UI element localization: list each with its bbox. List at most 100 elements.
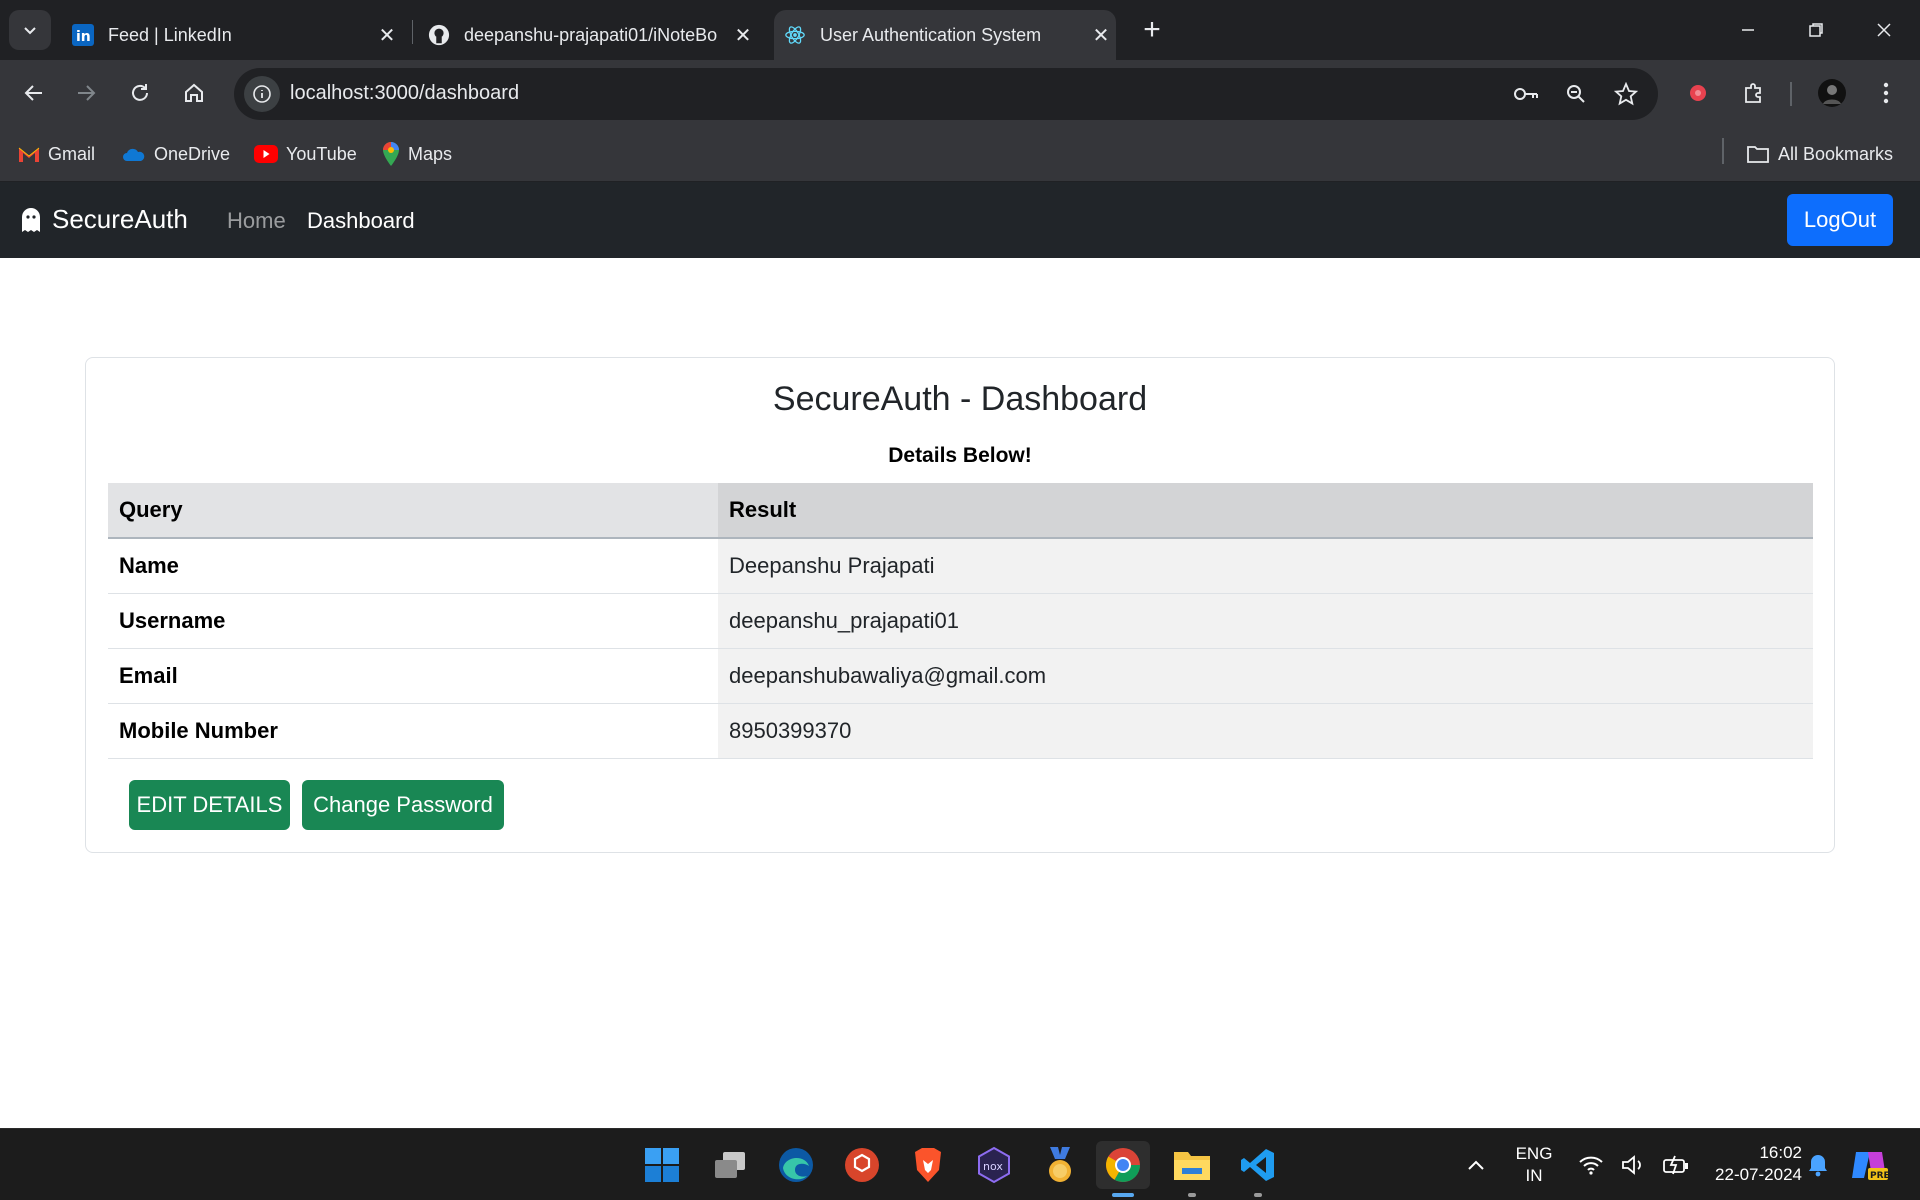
browser-menu-button[interactable] xyxy=(1866,73,1906,113)
new-tab-button[interactable]: + xyxy=(1136,13,1168,46)
tab-linkedin[interactable]: in Feed | LinkedIn ✕ xyxy=(62,10,402,60)
tab-github[interactable]: deepanshu-prajapati01/iNoteBo ✕ xyxy=(418,10,758,60)
bookmarks-divider xyxy=(1722,138,1724,164)
tab-title: User Authentication System xyxy=(820,24,1042,45)
extension-record-button[interactable] xyxy=(1678,73,1718,113)
bell-icon xyxy=(1809,1155,1827,1177)
edit-details-button[interactable]: EDIT DETAILS xyxy=(129,780,290,830)
nav-home[interactable]: Home xyxy=(227,208,286,234)
arrow-right-icon xyxy=(78,85,96,101)
windows-taskbar: nox ENG IN 16:02 22-07-2024 PRE xyxy=(0,1128,1920,1200)
clock[interactable]: 16:02 22-07-2024 xyxy=(1692,1142,1802,1186)
row-query: Username xyxy=(108,593,718,649)
bookmark-label: Gmail xyxy=(48,143,96,164)
card-subtitle: Details Below! xyxy=(888,444,1032,467)
file-explorer-app[interactable] xyxy=(1168,1141,1216,1197)
table-row: Email deepanshubawaliya@gmail.com xyxy=(108,648,1813,704)
notifications-button[interactable] xyxy=(1800,1141,1836,1189)
open-app-indicator xyxy=(1254,1193,1262,1197)
show-hidden-icons-button[interactable] xyxy=(1456,1141,1496,1189)
table-header-row: Query Result xyxy=(108,483,1813,539)
toolbar-divider xyxy=(1790,82,1792,106)
windows-logo-icon xyxy=(645,1148,679,1182)
home-icon xyxy=(185,83,203,102)
site-info-icon[interactable] xyxy=(244,76,280,112)
task-view-button[interactable] xyxy=(706,1141,754,1189)
restore-icon xyxy=(1809,23,1823,37)
page-title: SecureAuth - Dashboard xyxy=(772,380,1148,418)
svg-text:in: in xyxy=(76,29,91,45)
bookmark-gmail[interactable]: Gmail xyxy=(18,140,95,168)
ghost-icon xyxy=(22,207,40,232)
bookmark-maps[interactable]: Maps xyxy=(382,140,452,168)
logout-button[interactable]: LogOut xyxy=(1787,194,1893,246)
vscode-app[interactable] xyxy=(1234,1141,1282,1197)
remote-desktop-icon xyxy=(845,1148,879,1182)
close-icon[interactable]: ✕ xyxy=(1086,20,1116,50)
brave-lion-icon xyxy=(915,1148,941,1182)
clock-date: 22-07-2024 xyxy=(1715,1165,1802,1184)
avatar-icon xyxy=(1818,79,1846,107)
svg-text:nox: nox xyxy=(983,1160,1003,1173)
all-bookmarks-label: All Bookmarks xyxy=(1778,143,1894,164)
gmail-icon xyxy=(18,147,40,162)
forward-button[interactable] xyxy=(66,73,106,113)
brand[interactable]: SecureAuth xyxy=(20,204,188,235)
system-tray-status[interactable] xyxy=(1570,1141,1700,1189)
column-header-query: Query xyxy=(108,483,718,539)
start-button[interactable] xyxy=(638,1141,686,1189)
table-row: Name Deepanshu Prajapati xyxy=(108,538,1813,594)
chevron-up-icon xyxy=(1468,1160,1484,1170)
maps-pin-icon xyxy=(383,142,399,166)
reload-button[interactable] xyxy=(120,73,160,113)
address-bar[interactable]: localhost:3000/dashboard xyxy=(234,68,1658,120)
tab-search-button[interactable] xyxy=(9,10,51,50)
reload-icon xyxy=(132,84,148,101)
minimize-button[interactable] xyxy=(1714,0,1782,60)
profile-avatar[interactable] xyxy=(1812,73,1852,113)
url-text[interactable]: localhost:3000/dashboard xyxy=(290,82,519,105)
medal-app[interactable] xyxy=(1036,1141,1084,1189)
back-button[interactable] xyxy=(14,73,54,113)
chrome-app[interactable] xyxy=(1096,1141,1150,1197)
bookmark-label: YouTube xyxy=(286,143,357,164)
nav-dashboard[interactable]: Dashboard xyxy=(307,208,415,234)
copilot-button[interactable]: PRE xyxy=(1846,1141,1892,1189)
dashboard-card: SecureAuth - Dashboard Details Below! Qu… xyxy=(85,357,1835,853)
table-row: Mobile Number 8950399370 xyxy=(108,703,1813,759)
row-result: deepanshu_prajapati01 xyxy=(718,593,1813,649)
nox-app[interactable]: nox xyxy=(970,1141,1018,1189)
edge-app[interactable] xyxy=(772,1141,820,1189)
bookmark-star-icon[interactable] xyxy=(1610,78,1642,110)
all-bookmarks-button[interactable]: All Bookmarks xyxy=(1746,140,1893,168)
row-query: Mobile Number xyxy=(108,703,718,759)
puzzle-icon xyxy=(1745,83,1761,103)
tab-user-auth[interactable]: User Authentication System ✕ xyxy=(774,10,1116,60)
open-app-indicator xyxy=(1188,1193,1196,1197)
zoom-icon[interactable] xyxy=(1560,78,1592,110)
close-icon[interactable]: ✕ xyxy=(728,20,758,50)
language-indicator[interactable]: ENG IN xyxy=(1508,1143,1560,1187)
language-code: ENG xyxy=(1515,1144,1553,1163)
home-button[interactable] xyxy=(174,73,214,113)
bookmarks-bar: Gmail OneDrive YouTube Maps All Bookmark… xyxy=(0,126,1920,182)
brave-app[interactable] xyxy=(904,1141,952,1189)
edge-icon xyxy=(779,1148,813,1182)
bookmark-label: OneDrive xyxy=(154,143,231,164)
row-result: 8950399370 xyxy=(718,703,1813,759)
bookmark-label: Maps xyxy=(408,143,453,164)
password-key-icon[interactable] xyxy=(1510,78,1542,110)
react-icon xyxy=(784,24,806,46)
extensions-button[interactable] xyxy=(1734,73,1774,113)
row-query: Name xyxy=(108,538,718,594)
more-vertical-icon xyxy=(1883,82,1889,104)
change-password-button[interactable]: Change Password xyxy=(302,780,504,830)
tab-divider xyxy=(412,20,413,44)
close-icon[interactable]: ✕ xyxy=(372,20,402,50)
brand-name: SecureAuth xyxy=(52,204,188,234)
close-window-button[interactable] xyxy=(1850,0,1918,60)
anydesk-app[interactable] xyxy=(838,1141,886,1189)
bookmark-youtube[interactable]: YouTube xyxy=(254,140,357,168)
restore-button[interactable] xyxy=(1782,0,1850,60)
bookmark-onedrive[interactable]: OneDrive xyxy=(122,140,230,168)
